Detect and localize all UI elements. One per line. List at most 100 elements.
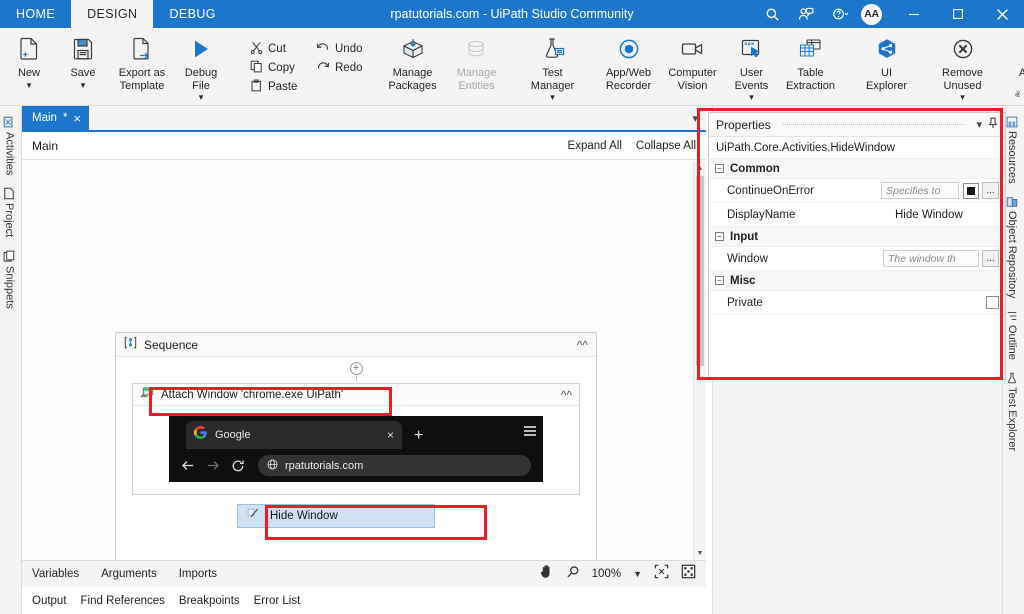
sidebar-item-activities[interactable]: Activities [3, 110, 16, 181]
save-button[interactable]: Save ▾ [56, 28, 110, 105]
error-list-tab[interactable]: Error List [254, 595, 301, 607]
arrow-left-icon[interactable] [181, 459, 195, 472]
arguments-tab[interactable]: Arguments [101, 568, 157, 580]
minus-box-icon[interactable]: − [715, 276, 724, 285]
redo-button[interactable]: Redo [312, 59, 367, 77]
breadcrumb-item-main[interactable]: Main [32, 139, 58, 153]
close-icon[interactable]: × [387, 428, 394, 442]
imports-tab[interactable]: Imports [179, 568, 217, 580]
property-row-window[interactable]: Window The window th ... [709, 247, 1005, 271]
sidebar-item-resources[interactable]: Resources [1006, 110, 1018, 190]
property-group-input[interactable]: − Input [709, 227, 1005, 247]
feedback-icon[interactable] [789, 0, 823, 28]
undo-button[interactable]: Undo [312, 40, 367, 58]
window-input[interactable]: The window th [883, 250, 979, 267]
manage-entities-button[interactable]: Manage Entities [445, 28, 509, 105]
variables-tab[interactable]: Variables [32, 568, 79, 580]
browser-tab[interactable]: Google × [186, 421, 402, 449]
chevron-down-icon[interactable]: ▾ [960, 92, 965, 103]
private-checkbox[interactable] [986, 296, 999, 309]
fit-to-screen-icon[interactable] [654, 564, 669, 584]
test-manager-button[interactable]: Test Manager ▾ [521, 28, 585, 105]
sidebar-item-test-explorer[interactable]: Test Explorer [1006, 366, 1018, 457]
ribbon-tab-home[interactable]: HOME [0, 0, 71, 28]
designer-canvas[interactable]: Sequence ^^ + Attach Window 'chrome.exe … [22, 162, 706, 560]
new-button[interactable]: New ▾ [2, 28, 56, 105]
hide-window-activity[interactable]: Hide Window [237, 504, 435, 528]
continueonerror-input[interactable]: Specifies to [881, 182, 959, 199]
scrollbar-thumb[interactable] [696, 176, 704, 366]
output-tab[interactable]: Output [32, 595, 67, 607]
help-icon[interactable] [823, 0, 857, 28]
breakpoints-tab[interactable]: Breakpoints [179, 595, 240, 607]
chevron-down-icon[interactable]: ▾ [81, 80, 86, 91]
chevron-down-icon[interactable]: ▾ [692, 112, 698, 125]
pin-icon[interactable] [988, 117, 998, 132]
app-web-recorder-button[interactable]: App/Web Recorder [597, 28, 661, 105]
magnifier-icon[interactable] [566, 565, 580, 584]
scroll-down-icon[interactable]: ▼ [694, 547, 706, 560]
ribbon-tab-design[interactable]: DESIGN [71, 0, 154, 28]
collapse-all-button[interactable]: Collapse All [636, 140, 696, 152]
sidebar-item-project[interactable]: Project [3, 181, 15, 243]
sidebar-item-object-repository[interactable]: Object Repository [1006, 190, 1018, 304]
sequence-container[interactable]: Sequence ^^ + Attach Window 'chrome.exe … [115, 332, 597, 560]
user-events-button[interactable]: User Events ▾ [725, 28, 779, 105]
debug-file-button[interactable]: Debug File ▾ [174, 28, 228, 105]
overview-icon[interactable] [681, 564, 696, 584]
chevron-down-icon[interactable]: ▾ [550, 92, 555, 103]
copy-button[interactable]: Copy [246, 59, 300, 77]
close-icon[interactable]: × [73, 112, 81, 125]
ribbon-tab-debug[interactable]: DEBUG [153, 0, 231, 28]
ellipsis-button[interactable]: ... [982, 182, 999, 199]
property-group-common[interactable]: − Common [709, 159, 1005, 179]
search-icon[interactable] [755, 0, 789, 28]
tab-main[interactable]: Main * × [22, 106, 90, 130]
reload-icon[interactable] [231, 459, 245, 473]
chevron-down-icon[interactable]: ▾ [199, 92, 204, 103]
plus-icon[interactable]: + [414, 427, 423, 445]
computer-vision-button[interactable]: Computer Vision [661, 28, 725, 105]
paste-button[interactable]: Paste [246, 78, 301, 96]
chevron-down-icon[interactable]: ▾ [27, 80, 32, 91]
canvas-vertical-scrollbar[interactable]: ▲ ▼ [693, 162, 706, 560]
scroll-up-icon[interactable]: ▲ [694, 162, 706, 175]
sidebar-item-outline[interactable]: Outline [1006, 304, 1018, 366]
export-as-template-button[interactable]: Export as Template [110, 28, 174, 105]
hamburger-menu-icon[interactable] [523, 424, 537, 442]
remove-unused-button[interactable]: Remove Unused ▾ [931, 28, 995, 105]
attach-window-activity[interactable]: Attach Window 'chrome.exe UiPath' ^^ Goo… [132, 383, 580, 528]
avatar[interactable]: AA [861, 3, 882, 25]
manage-packages-button[interactable]: Manage Packages [381, 28, 445, 105]
chevron-down-icon[interactable]: ▾ [749, 92, 754, 103]
add-activity-top[interactable]: + [349, 362, 363, 375]
ellipsis-button[interactable]: ... [982, 250, 999, 267]
address-bar[interactable]: rpatutorials.com [258, 455, 531, 476]
minus-box-icon[interactable]: − [715, 232, 724, 241]
close-icon[interactable] [980, 0, 1024, 28]
arrow-right-icon[interactable] [206, 459, 220, 472]
caret-down-icon[interactable]: ▼ [633, 569, 642, 579]
cut-button[interactable]: Cut [246, 40, 300, 58]
chevron-up-icon[interactable]: ^^ [561, 388, 572, 402]
property-row-displayname[interactable]: DisplayName Hide Window [709, 203, 1005, 227]
minus-box-icon[interactable]: − [715, 164, 724, 173]
expand-all-button[interactable]: Expand All [568, 140, 622, 152]
ribbon-collapse-icon[interactable]: ⱏ [1015, 90, 1020, 103]
ui-explorer-button[interactable]: UI Explorer [855, 28, 919, 105]
hand-pan-icon[interactable] [539, 564, 554, 584]
displayname-value[interactable]: Hide Window [895, 209, 999, 221]
property-row-continueonerror[interactable]: ContinueOnError Specifies to ... [709, 179, 1005, 203]
sequence-header[interactable]: Sequence ^^ [116, 333, 596, 357]
chevron-up-icon[interactable]: ^^ [577, 338, 588, 352]
variable-picker-button[interactable] [963, 182, 979, 199]
property-group-misc[interactable]: − Misc [709, 271, 1005, 291]
maximize-icon[interactable] [936, 0, 980, 28]
property-row-private[interactable]: Private [709, 291, 1005, 315]
find-references-tab[interactable]: Find References [81, 595, 165, 607]
table-extraction-button[interactable]: Table Extraction [779, 28, 843, 105]
chevron-down-icon[interactable]: ▾ [976, 118, 982, 131]
sidebar-item-snippets[interactable]: Snippets [3, 244, 16, 315]
attach-window-header[interactable]: Attach Window 'chrome.exe UiPath' ^^ [133, 384, 579, 406]
minimize-icon[interactable] [892, 0, 936, 28]
